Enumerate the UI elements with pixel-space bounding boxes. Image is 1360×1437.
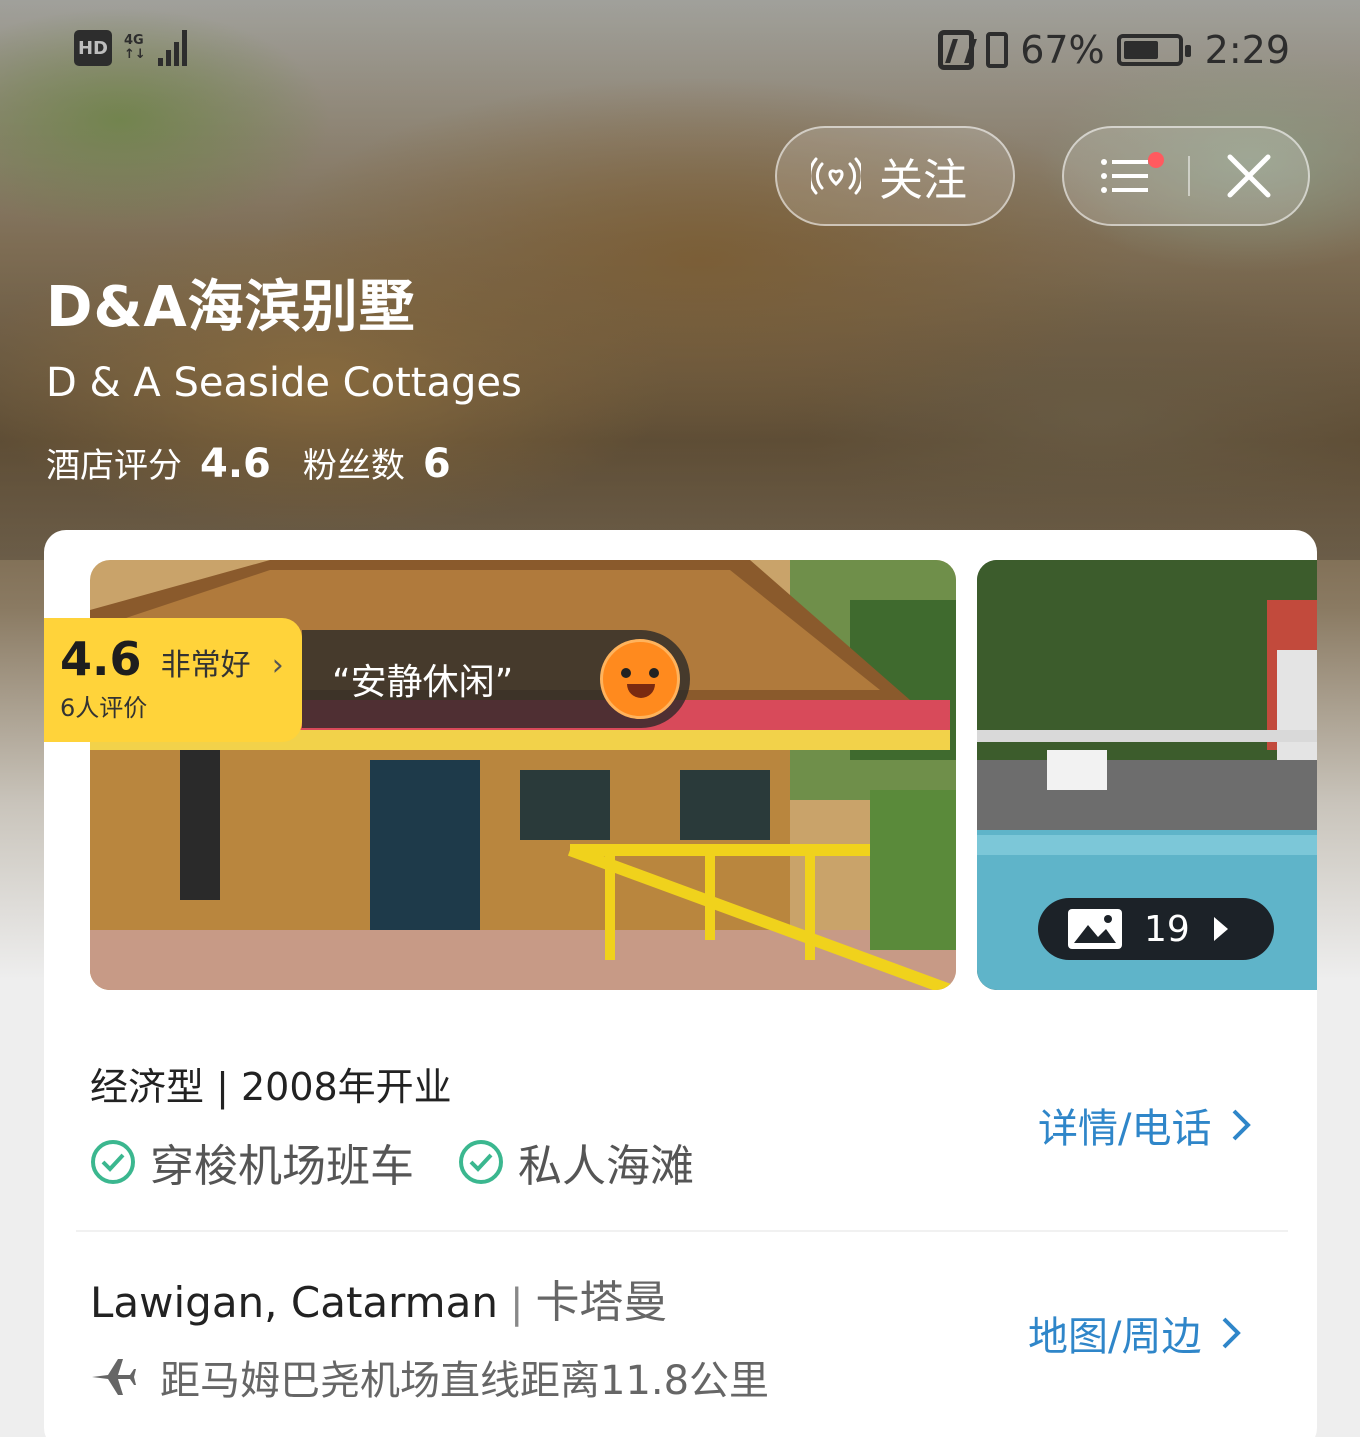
network-arrows-icon: ↑↓ xyxy=(124,47,146,62)
menu-close-capsule xyxy=(1062,126,1310,226)
amenity-item: 穿梭机场班车 xyxy=(90,1130,414,1194)
check-circle-icon xyxy=(459,1140,503,1184)
amenity-item: 私人海滩 xyxy=(458,1130,694,1194)
follow-label: 关注 xyxy=(879,155,967,206)
list-menu-icon xyxy=(1101,159,1148,193)
check-circle-icon xyxy=(91,1140,135,1184)
review-score-badge[interactable]: 4.6 非常好 › 6人评价 xyxy=(44,618,302,742)
network-type: 4G ↑↓ xyxy=(124,34,146,62)
address-row: Lawigan, Catarman | 卡塔曼 xyxy=(90,1266,667,1330)
details-phone-label: 详情/电话 xyxy=(1038,1106,1212,1152)
review-score: 4.6 xyxy=(60,632,142,686)
battery-percent: 67% xyxy=(1020,28,1105,72)
airport-distance: 距马姆巴尧机场直线距离11.8公里 xyxy=(160,1358,770,1404)
hotel-name-en: D & A Seaside Cottages xyxy=(46,360,522,406)
follow-button[interactable]: 关注 xyxy=(775,126,1015,226)
rating-label: 酒店评分 xyxy=(46,446,182,486)
play-arrow-icon xyxy=(1213,917,1228,941)
hotel-info-card: 4.6 非常好 › 6人评价 “安静休闲” 19 经济型 | 2008年开业 穿… xyxy=(44,530,1317,1437)
review-count: 6人评价 xyxy=(60,694,148,722)
airplane-icon xyxy=(92,1359,136,1395)
hotel-stats: 酒店评分 4.6 粉丝数 6 xyxy=(46,438,483,487)
details-phone-link[interactable]: 详情/电话 xyxy=(1038,1096,1252,1154)
address-separator: | xyxy=(509,1281,524,1327)
map-nearby-link[interactable]: 地图/周边 xyxy=(1028,1304,1242,1362)
follow-broadcast-icon xyxy=(811,157,861,195)
review-quote-pill[interactable]: “安静休闲” xyxy=(302,630,690,728)
status-bar-left: HD 4G ↑↓ xyxy=(74,30,187,66)
close-button[interactable] xyxy=(1190,128,1308,224)
chevron-right-icon: › xyxy=(271,648,284,683)
photo-count: 19 xyxy=(1144,908,1190,950)
clock: 2:29 xyxy=(1204,28,1290,72)
hd-badge: HD xyxy=(74,30,112,66)
fans-label: 粉丝数 xyxy=(302,446,405,486)
review-quote: “安静休闲” xyxy=(332,662,514,703)
mascot-icon xyxy=(600,639,680,719)
status-bar-right: 67% 2:29 xyxy=(938,28,1290,72)
close-icon xyxy=(1227,154,1271,198)
image-icon xyxy=(1068,909,1122,949)
vibrate-icon xyxy=(986,32,1009,68)
chevron-right-icon xyxy=(1223,1317,1242,1349)
airport-distance-row: 距马姆巴尧机场直线距离11.8公里 xyxy=(90,1348,769,1406)
amenity-label: 穿梭机场班车 xyxy=(150,1141,414,1192)
battery-icon xyxy=(1116,34,1191,66)
photo-count-button[interactable]: 19 xyxy=(1038,898,1274,960)
nfc-icon xyxy=(938,30,975,70)
amenity-list: 穿梭机场班车 私人海滩 xyxy=(90,1130,694,1194)
signal-icon xyxy=(157,30,187,66)
chevron-right-icon xyxy=(1233,1109,1252,1141)
hotel-name-cn: D&A海滨别墅 xyxy=(46,275,416,340)
hotel-type-opened: 经济型 | 2008年开业 xyxy=(90,1065,452,1109)
address-cn: 卡塔曼 xyxy=(535,1277,668,1328)
review-desc: 非常好 xyxy=(160,648,251,683)
notification-dot xyxy=(1148,152,1164,168)
section-divider xyxy=(76,1230,1288,1232)
rating-value: 4.6 xyxy=(200,441,271,487)
map-nearby-label: 地图/周边 xyxy=(1028,1314,1202,1360)
amenity-label: 私人海滩 xyxy=(518,1141,694,1192)
menu-button[interactable] xyxy=(1064,128,1188,224)
fans-value: 6 xyxy=(422,441,451,487)
hotel-type-row: 经济型 | 2008年开业 xyxy=(90,1056,452,1111)
network-label: 4G xyxy=(124,33,144,48)
address-en: Lawigan, Catarman xyxy=(90,1278,498,1327)
